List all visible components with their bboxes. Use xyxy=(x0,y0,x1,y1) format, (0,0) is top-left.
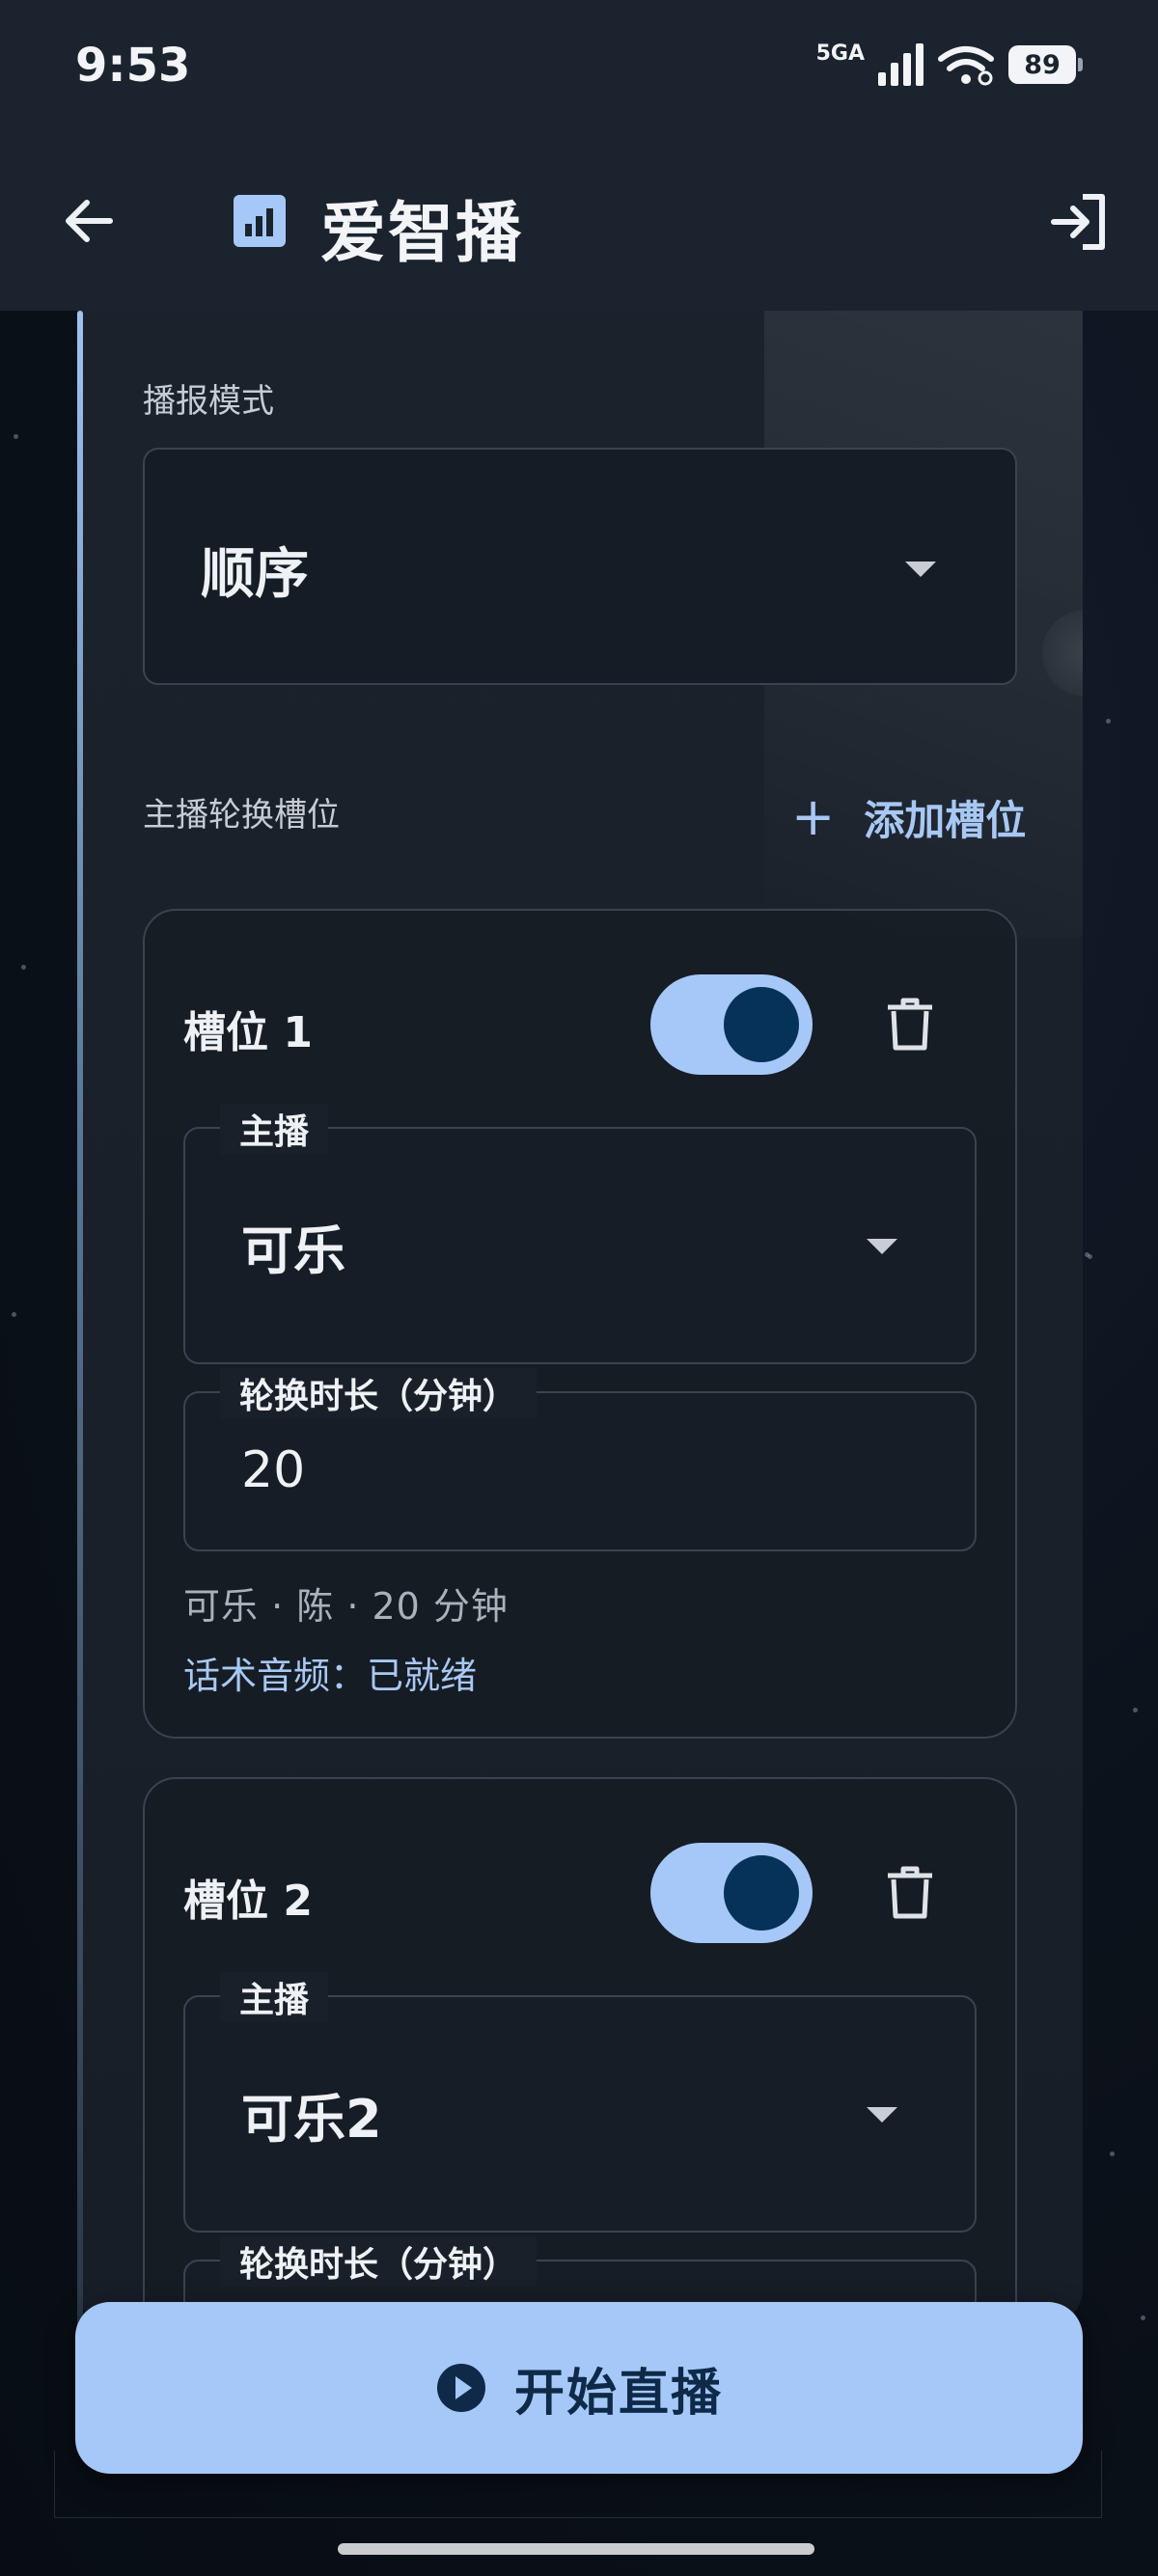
broadcast-mode-label: 播报模式 xyxy=(143,382,274,421)
star-decoration xyxy=(1110,2151,1115,2156)
star-decoration xyxy=(1088,1254,1092,1259)
audio-status: 话术音频：已就绪 xyxy=(183,1655,478,1697)
host-select[interactable]: 主播 可乐 xyxy=(183,1104,977,1364)
host-select[interactable]: 主播 可乐2 xyxy=(183,1972,977,2233)
add-slot-label: 添加槽位 xyxy=(864,796,1027,844)
host-value: 可乐2 xyxy=(241,2089,382,2150)
rotation-slots-label: 主播轮换槽位 xyxy=(143,796,340,835)
bar-chart-icon xyxy=(234,195,286,247)
status-time: 9:53 xyxy=(75,39,191,93)
star-decoration xyxy=(1106,719,1111,724)
play-circle-icon xyxy=(436,2364,485,2412)
trash-icon[interactable] xyxy=(884,996,936,1054)
duration-label: 轮换时长（分钟） xyxy=(220,1368,538,1418)
start-live-label: 开始直播 xyxy=(513,2364,723,2423)
status-bar: 9:53 5GA 89 xyxy=(0,0,1158,145)
chevron-down-icon xyxy=(867,2107,897,2123)
slot-card: 槽位 2 主播 可乐2 轮换时长（分钟） xyxy=(143,1777,1017,2327)
host-label: 主播 xyxy=(220,1104,329,1154)
star-decoration xyxy=(1133,1708,1138,1713)
toggle-knob xyxy=(724,1855,799,1931)
host-label: 主播 xyxy=(220,1972,329,2022)
wifi-icon xyxy=(938,46,994,86)
duration-input[interactable]: 轮换时长（分钟） 20 xyxy=(183,1368,977,1551)
status-indicators: 5GA 89 xyxy=(816,41,1083,89)
bottom-frame xyxy=(54,2451,1102,2518)
chevron-down-icon xyxy=(867,1239,897,1254)
signal-icon xyxy=(878,43,924,86)
logout-icon[interactable] xyxy=(1044,187,1114,257)
star-decoration xyxy=(21,965,26,970)
slot-summary: 可乐 · 陈 · 20 分钟 xyxy=(183,1585,509,1628)
slot-enable-toggle[interactable] xyxy=(650,1843,813,1943)
plus-icon: + xyxy=(791,786,836,847)
duration-label: 轮换时长（分钟） xyxy=(220,2236,538,2287)
screen: 9:53 5GA 89 爱智播 播报模式 顺序 主播轮换槽位 + 添加槽位 槽位… xyxy=(0,0,1158,2576)
card-accent-edge xyxy=(77,311,83,2327)
duration-value: 20 xyxy=(241,1441,306,1499)
slot-enable-toggle[interactable] xyxy=(650,974,813,1075)
app-title: 爱智播 xyxy=(320,196,524,272)
arrow-left-icon[interactable] xyxy=(56,187,124,255)
trash-icon[interactable] xyxy=(884,1864,936,1922)
slot-title: 槽位 2 xyxy=(183,1877,313,1926)
chevron-down-icon xyxy=(905,562,936,577)
star-decoration xyxy=(1141,2316,1145,2320)
slot-title: 槽位 1 xyxy=(183,1008,313,1057)
host-value: 可乐 xyxy=(241,1220,345,1281)
toggle-knob xyxy=(724,987,799,1062)
star-decoration xyxy=(14,434,18,439)
battery-indicator: 89 xyxy=(1008,45,1076,84)
settings-card: 播报模式 顺序 主播轮换槽位 + 添加槽位 槽位 1 主播 可乐 轮换时长（分钟… xyxy=(77,311,1083,2327)
app-bar: 爱智播 xyxy=(0,145,1158,311)
battery-cap xyxy=(1078,58,1083,71)
broadcast-mode-select[interactable]: 顺序 xyxy=(143,448,1017,685)
broadcast-mode-value: 顺序 xyxy=(201,543,309,606)
add-slot-button[interactable]: + 添加槽位 xyxy=(791,783,1026,851)
slot-card: 槽位 1 主播 可乐 轮换时长（分钟） 20 可乐 · 陈 · 20 分钟 话术… xyxy=(143,909,1017,1739)
network-type: 5GA xyxy=(815,41,865,66)
star-decoration xyxy=(12,1312,16,1317)
start-live-button[interactable]: 开始直播 xyxy=(75,2302,1083,2474)
home-indicator[interactable] xyxy=(338,2543,814,2555)
